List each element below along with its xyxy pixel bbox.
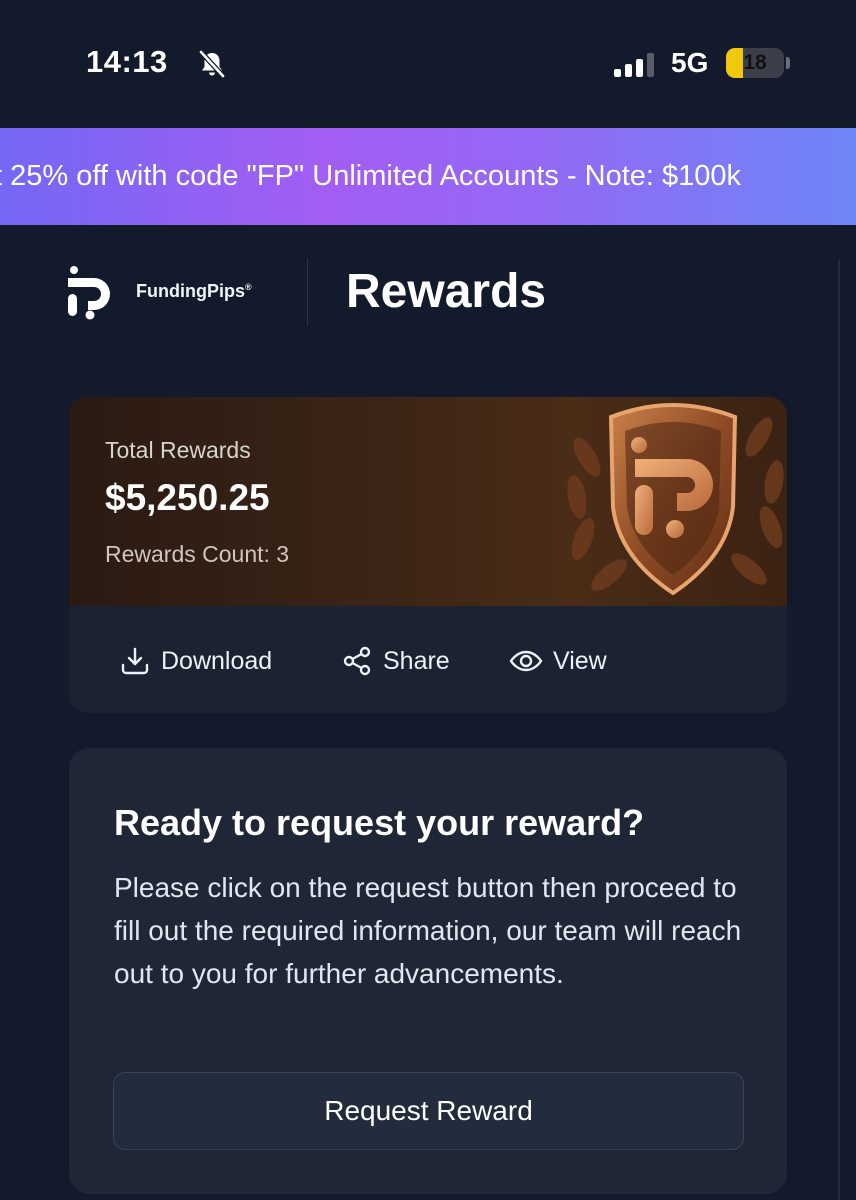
header-divider [307, 258, 308, 326]
battery-tip [786, 57, 790, 69]
rewards-hero: Total Rewards $5,250.25 Rewards Count: 3 [69, 397, 787, 606]
battery-icon: 18 [726, 48, 784, 78]
status-bar: 14:13 5G 18 [0, 0, 856, 128]
total-rewards-label: Total Rewards [105, 437, 251, 463]
request-reward-button[interactable]: Request Reward [113, 1072, 744, 1150]
network-type: 5G [671, 47, 709, 78]
scrollbar[interactable] [838, 260, 840, 1200]
request-title: Ready to request your reward? [114, 802, 645, 843]
rewards-summary-card: Total Rewards $5,250.25 Rewards Count: 3… [69, 397, 787, 713]
rewards-count: Rewards Count: 3 [105, 541, 290, 567]
status-time: 14:13 [86, 44, 168, 79]
total-rewards-value: $5,250.25 [105, 477, 270, 518]
page-title: Rewards [346, 265, 547, 318]
request-description: Please click on the request button then … [114, 872, 742, 989]
battery-level: 18 [743, 51, 767, 74]
rewards-screen: 14:13 5G 18 t 25% off with code "FP" Unl… [0, 0, 856, 1200]
share-icon [343, 646, 371, 676]
share-label: Share [383, 646, 450, 675]
view-button[interactable]: View [509, 643, 607, 679]
bell-slash-icon [199, 50, 225, 78]
download-button[interactable]: Download [119, 643, 272, 679]
signal-bars-icon [614, 53, 654, 77]
promo-banner-text: t 25% off with code "FP" Unlimited Accou… [0, 160, 742, 192]
fundingpips-logo-icon[interactable] [66, 264, 118, 320]
promo-banner[interactable]: t 25% off with code "FP" Unlimited Accou… [0, 128, 856, 225]
brand-name-text: FundingPips [136, 281, 245, 301]
download-icon [121, 647, 149, 675]
shield-badge-icon [567, 403, 784, 596]
download-label: Download [161, 646, 273, 675]
share-button[interactable]: Share [341, 643, 450, 679]
view-label: View [553, 646, 607, 675]
eye-icon [509, 650, 543, 672]
brand-registered-mark: ® [244, 282, 252, 292]
brand-name[interactable]: FundingPips® [136, 281, 252, 302]
request-reward-card: Ready to request your reward? Please cli… [69, 748, 787, 1194]
